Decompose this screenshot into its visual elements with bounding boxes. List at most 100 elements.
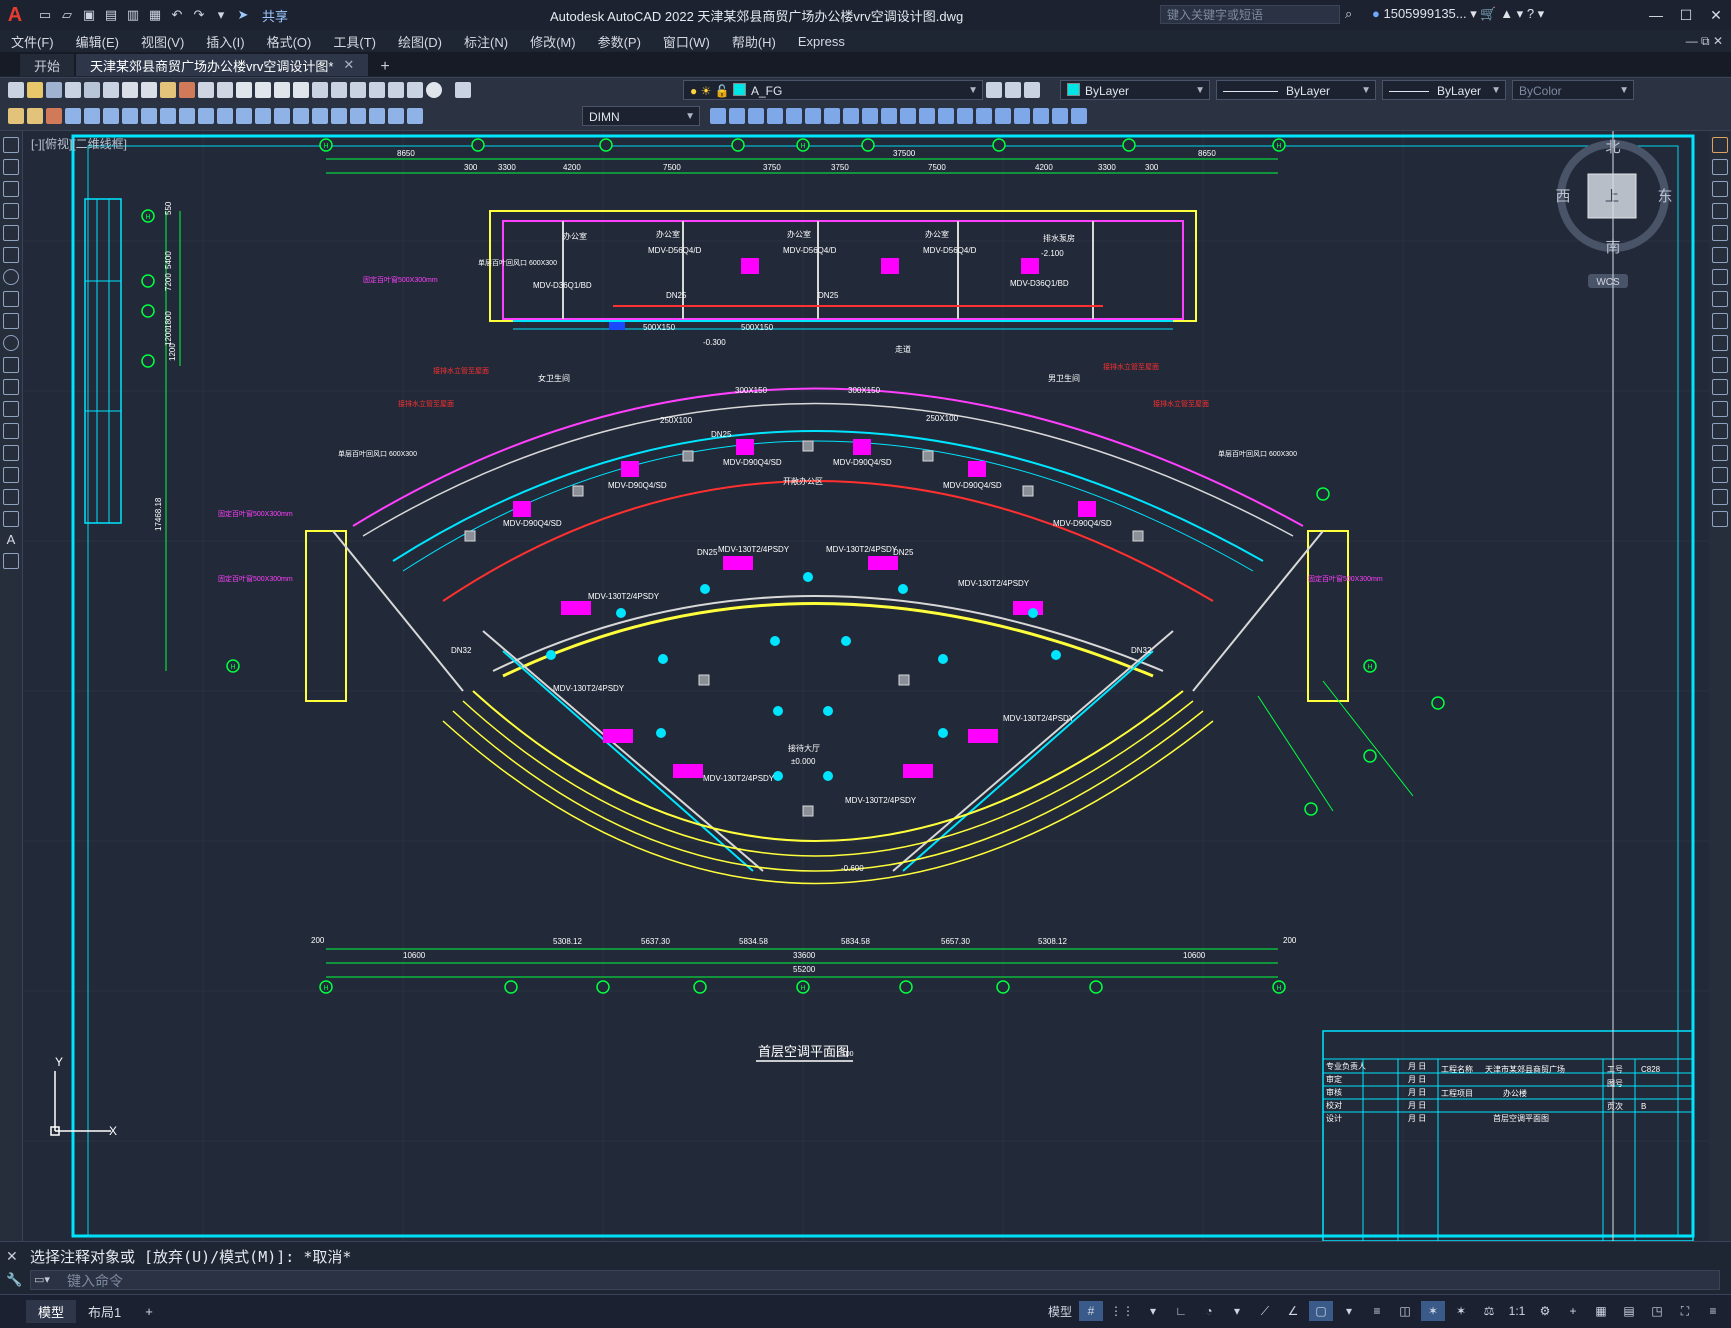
jogged-linear-icon[interactable] [369, 108, 385, 124]
gradient-icon[interactable] [3, 467, 19, 483]
fillet-icon[interactable] [957, 108, 973, 124]
save-as-icon[interactable]: ▤ [102, 6, 120, 24]
save-icon[interactable] [46, 82, 62, 98]
trim-icon[interactable] [1712, 335, 1728, 351]
units-icon[interactable]: ▦ [1589, 1301, 1613, 1321]
object-snap-tracking-icon[interactable]: ∠ [1281, 1301, 1305, 1321]
menu-format[interactable]: 格式(O) [256, 32, 323, 51]
explode-icon[interactable] [1712, 511, 1728, 527]
zoom-realtime-icon[interactable] [255, 82, 271, 98]
stretch-icon[interactable] [1712, 313, 1728, 329]
extend-icon[interactable] [1712, 357, 1728, 373]
publish-icon[interactable] [103, 82, 119, 98]
open-web-icon[interactable]: ▥ [124, 6, 142, 24]
autocad-logo-icon[interactable]: A [0, 0, 30, 30]
close-icon[interactable]: ✕ [1701, 0, 1731, 30]
isolate-objects-icon[interactable]: ◳ [1645, 1301, 1669, 1321]
match-prop-icon[interactable] [179, 82, 195, 98]
layer-iso-icon[interactable] [1005, 82, 1021, 98]
ungroup-icon[interactable] [1052, 108, 1068, 124]
layout-tab-model[interactable]: 模型 [26, 1300, 77, 1323]
command-close-icon[interactable]: ✕ [6, 1248, 18, 1265]
circle-icon[interactable] [3, 269, 19, 285]
open-file-icon[interactable]: ▱ [58, 6, 76, 24]
plotstyle-dropdown[interactable]: ByColor ▼ [1512, 80, 1634, 100]
erase-icon[interactable] [1712, 137, 1728, 153]
color-dropdown[interactable]: ByLayer ▼ [1060, 80, 1210, 100]
region-icon[interactable] [3, 489, 19, 505]
maximize-icon[interactable]: ☐ [1671, 0, 1701, 30]
extend-icon[interactable] [881, 108, 897, 124]
hatch-icon[interactable] [3, 445, 19, 461]
table-icon[interactable] [3, 511, 19, 527]
command-recent-icon[interactable]: ▭▾ [34, 1273, 50, 1286]
isodraft-icon[interactable]: ⟋ [1253, 1301, 1277, 1321]
object-snap-dropdown-icon[interactable]: ▾ [1337, 1301, 1361, 1321]
baseline-dim-icon[interactable] [236, 108, 252, 124]
layer-thaw-icon[interactable]: ☀ [701, 84, 712, 98]
measure-icon[interactable] [1071, 108, 1087, 124]
dim-edit-icon[interactable] [388, 108, 404, 124]
new-icon[interactable] [8, 82, 24, 98]
menu-insert[interactable]: 插入(I) [195, 32, 255, 51]
blend-icon[interactable] [1712, 489, 1728, 505]
tab-drawing[interactable]: 天津某郊县商贸广场办公楼vrv空调设计图* ✕ [76, 54, 369, 76]
user-account[interactable]: ● 1505999135... ▾ 🛒 ▲ ▾ ? ▾ [1372, 6, 1544, 22]
spline-icon[interactable] [3, 313, 19, 329]
help-icon[interactable] [426, 82, 442, 98]
menu-edit[interactable]: 编辑(E) [65, 32, 130, 51]
copy-icon[interactable] [141, 82, 157, 98]
polygon-icon[interactable] [3, 203, 19, 219]
angular-dim-icon[interactable] [198, 108, 214, 124]
trim-icon[interactable] [862, 108, 878, 124]
new-file-icon[interactable]: ▭ [36, 6, 54, 24]
menu-help[interactable]: 帮助(H) [721, 32, 787, 51]
insert-icon[interactable] [46, 108, 62, 124]
plot-icon[interactable] [65, 82, 81, 98]
polar-dropdown-icon[interactable]: ▾ [1225, 1301, 1249, 1321]
viewport-controls[interactable]: [-][俯视][二维线框] [31, 135, 127, 152]
continue-dim-icon[interactable] [255, 108, 271, 124]
model-space-button[interactable]: 模型 [1045, 1301, 1075, 1321]
linear-dim-icon[interactable] [65, 108, 81, 124]
mdi-controls[interactable]: — ⧉ ✕ [1686, 34, 1723, 49]
share-icon[interactable]: ➤ [234, 6, 252, 24]
explode-icon[interactable] [976, 108, 992, 124]
tolerance-icon[interactable] [312, 108, 328, 124]
snap-icon[interactable]: ⋮⋮ [1107, 1301, 1137, 1321]
layer-dropdown[interactable]: ● ☀ 🔓 A_FG ▼ [683, 80, 983, 100]
inspect-icon[interactable] [350, 108, 366, 124]
rotate-icon[interactable] [1712, 269, 1728, 285]
layer-previous-icon[interactable] [986, 82, 1002, 98]
mtext-icon[interactable]: A [4, 533, 18, 547]
chamfer-icon[interactable] [938, 108, 954, 124]
cart-icon[interactable]: 🛒 [1480, 6, 1496, 21]
copy-icon[interactable] [1712, 159, 1728, 175]
menu-view[interactable]: 视图(V) [130, 32, 195, 51]
dim-break-icon[interactable] [293, 108, 309, 124]
diameter-dim-icon[interactable] [179, 108, 195, 124]
rectangle-icon[interactable] [3, 225, 19, 241]
ellipse-arc-icon[interactable] [3, 357, 19, 373]
erase-icon[interactable] [995, 108, 1011, 124]
redo-icon[interactable] [217, 82, 233, 98]
chamfer-icon[interactable] [1712, 445, 1728, 461]
grid-icon[interactable]: # [1079, 1301, 1103, 1321]
menu-express[interactable]: Express [787, 34, 856, 49]
insert-block-icon[interactable] [3, 379, 19, 395]
annotation-scale-value[interactable]: 1:1 [1505, 1301, 1529, 1321]
radius-dim-icon[interactable] [141, 108, 157, 124]
redo-icon[interactable]: ↷ [190, 6, 208, 24]
offset-icon[interactable] [1712, 203, 1728, 219]
drawing-svg[interactable]: 8650 300 3300 4200 7500 3750 3750 7500 4… [23, 131, 1709, 1241]
scale-icon[interactable] [1712, 291, 1728, 307]
arc-icon[interactable] [3, 247, 19, 263]
open-icon[interactable] [27, 82, 43, 98]
array-icon[interactable] [767, 108, 783, 124]
properties-icon[interactable] [312, 82, 328, 98]
cut-icon[interactable] [122, 82, 138, 98]
annotation-monitor-icon[interactable]: + [1561, 1301, 1585, 1321]
dim-text-edit-icon[interactable] [407, 108, 423, 124]
draworder-icon[interactable] [1014, 108, 1030, 124]
move-icon[interactable] [1712, 247, 1728, 263]
